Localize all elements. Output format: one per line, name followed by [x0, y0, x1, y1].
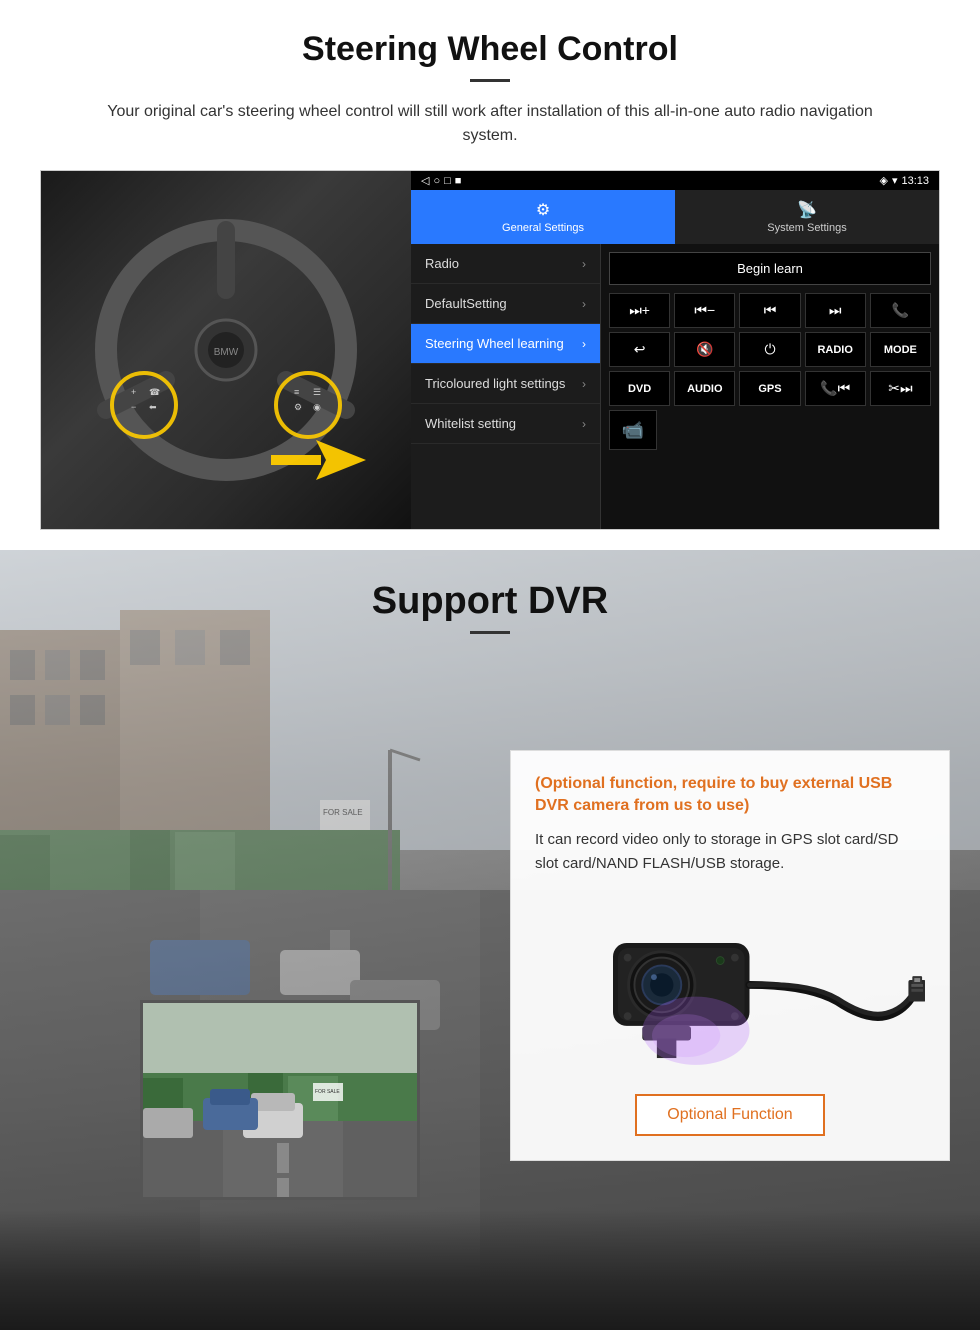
svg-text:◉: ◉ — [313, 402, 321, 412]
menu-item-steering-label: Steering Wheel learning — [425, 336, 564, 351]
android-menu: Radio › DefaultSetting › Steering Wheel … — [411, 244, 601, 529]
hangup-button[interactable]: ↩ — [609, 332, 670, 367]
steering-section: Steering Wheel Control Your original car… — [0, 0, 980, 550]
dvr-camera-art — [535, 892, 925, 1072]
call-button[interactable]: 📞 — [870, 293, 931, 328]
home-icon: ○ — [433, 175, 440, 187]
control-grid-row3: DVD AUDIO GPS 📞⏮ ✂⏭ — [609, 371, 931, 406]
chevron-icon: › — [582, 297, 586, 311]
audio-button[interactable]: AUDIO — [674, 371, 735, 406]
android-statusbar: ◁ ○ □ ■ ◈ ▾ 13:13 — [411, 171, 939, 190]
power-button[interactable]: ⏻ — [739, 332, 800, 367]
menu-item-tricoloured[interactable]: Tricoloured light settings › — [411, 364, 600, 404]
statusbar-status-icons: ◈ ▾ 13:13 — [879, 174, 929, 187]
dvr-thumbnail: FOR SALE — [140, 1000, 420, 1200]
android-content: Radio › DefaultSetting › Steering Wheel … — [411, 244, 939, 529]
steering-photo: BMW + − ☎ ⬅ ≡ ⚙ ☰ ◉ — [41, 171, 411, 529]
steering-title: Steering Wheel Control — [40, 30, 940, 69]
call-prev-button[interactable]: 📞⏮ — [805, 371, 866, 406]
tab-system-settings[interactable]: 📡 System Settings — [675, 190, 939, 244]
thumbnail-svg: FOR SALE — [143, 1003, 420, 1200]
android-ui: ◁ ○ □ ■ ◈ ▾ 13:13 ⚙ General Settings — [411, 171, 939, 529]
general-settings-icon: ⚙ — [416, 200, 670, 220]
android-control-panel: Begin learn ⏭+ ⏮− ⏮ ⏭ 📞 ↩ 🔇 ⏻ — [601, 244, 939, 529]
control-grid-row1: ⏭+ ⏮− ⏮ ⏭ 📞 — [609, 293, 931, 328]
tab-general-settings[interactable]: ⚙ General Settings — [411, 190, 675, 244]
radio-button[interactable]: RADIO — [805, 332, 866, 367]
mute-button[interactable]: 🔇 — [674, 332, 735, 367]
optional-function-container: Optional Function — [535, 1088, 925, 1136]
wifi-icon: ▾ — [892, 174, 898, 187]
menu-icon: ■ — [455, 175, 462, 187]
svg-text:BMW: BMW — [214, 347, 239, 358]
menu-item-steering[interactable]: Steering Wheel learning › — [411, 324, 600, 364]
dvr-icon-row: 📹 — [609, 410, 931, 450]
dvr-bottom-dark — [0, 1210, 980, 1330]
svg-text:FOR SALE: FOR SALE — [323, 808, 363, 817]
recents-icon: □ — [444, 175, 451, 187]
steering-wheel-svg: BMW + − ☎ ⬅ ≡ ⚙ ☰ ◉ — [76, 210, 376, 490]
gps-button[interactable]: GPS — [739, 371, 800, 406]
dvr-icon: 📹 — [622, 420, 644, 441]
ui-screenshot: BMW + − ☎ ⬅ ≡ ⚙ ☰ ◉ — [40, 170, 940, 530]
thumbnail-inner: FOR SALE — [143, 1003, 417, 1197]
menu-item-tricoloured-label: Tricoloured light settings — [425, 376, 565, 391]
vol-up-button[interactable]: ⏭+ — [609, 293, 670, 328]
next-button[interactable]: ⏭ — [805, 293, 866, 328]
menu-item-default-label: DefaultSetting — [425, 296, 507, 311]
back-icon: ◁ — [421, 174, 429, 187]
svg-text:⬅: ⬅ — [149, 402, 157, 412]
mode-button[interactable]: MODE — [870, 332, 931, 367]
steering-subtitle: Your original car's steering wheel contr… — [80, 100, 900, 148]
android-tabs: ⚙ General Settings 📡 System Settings — [411, 190, 939, 244]
dvr-desc-text: It can record video only to storage in G… — [535, 828, 925, 876]
optional-function-button[interactable]: Optional Function — [635, 1094, 824, 1136]
chevron-icon: › — [582, 257, 586, 271]
dvr-optional-text: (Optional function, require to buy exter… — [535, 773, 925, 818]
menu-item-radio-label: Radio — [425, 256, 459, 271]
menu-item-default[interactable]: DefaultSetting › — [411, 284, 600, 324]
menu-item-whitelist-label: Whitelist setting — [425, 416, 516, 431]
menu-item-radio[interactable]: Radio › — [411, 244, 600, 284]
dvr-button[interactable]: 📹 — [609, 410, 657, 450]
begin-learn-row: Begin learn — [609, 252, 931, 285]
svg-text:≡: ≡ — [294, 387, 299, 397]
control-grid-row2: ↩ 🔇 ⏻ RADIO MODE — [609, 332, 931, 367]
dvr-camera-svg — [535, 892, 925, 1072]
svg-text:FOR SALE: FOR SALE — [315, 1089, 340, 1095]
chevron-icon: › — [582, 337, 586, 351]
location-icon: ◈ — [879, 174, 887, 187]
cut-next-button[interactable]: ✂⏭ — [870, 371, 931, 406]
prev-button[interactable]: ⏮ — [739, 293, 800, 328]
svg-text:☰: ☰ — [313, 387, 321, 397]
svg-text:−: − — [131, 402, 136, 412]
tab-general-settings-label: General Settings — [502, 222, 584, 234]
dvr-title: Support DVR — [0, 580, 980, 623]
dvr-section: FOR SALE Support DVR (Optional function,… — [0, 550, 980, 1330]
chevron-icon: › — [582, 417, 586, 431]
clock: 13:13 — [901, 175, 929, 187]
menu-item-whitelist[interactable]: Whitelist setting › — [411, 404, 600, 444]
dvr-divider — [470, 631, 510, 634]
svg-text:☎: ☎ — [149, 387, 160, 397]
statusbar-nav-icons: ◁ ○ □ ■ — [421, 174, 461, 187]
dvr-info-card: (Optional function, require to buy exter… — [510, 750, 950, 1161]
title-divider — [470, 79, 510, 82]
begin-learn-button[interactable]: Begin learn — [609, 252, 931, 285]
system-settings-icon: 📡 — [680, 200, 934, 220]
dvd-button[interactable]: DVD — [609, 371, 670, 406]
svg-text:⚙: ⚙ — [294, 402, 302, 412]
svg-text:+: + — [131, 387, 136, 397]
chevron-icon: › — [582, 377, 586, 391]
dvr-title-area: Support DVR — [0, 550, 980, 649]
tab-system-settings-label: System Settings — [767, 222, 846, 234]
vol-down-button[interactable]: ⏮− — [674, 293, 735, 328]
